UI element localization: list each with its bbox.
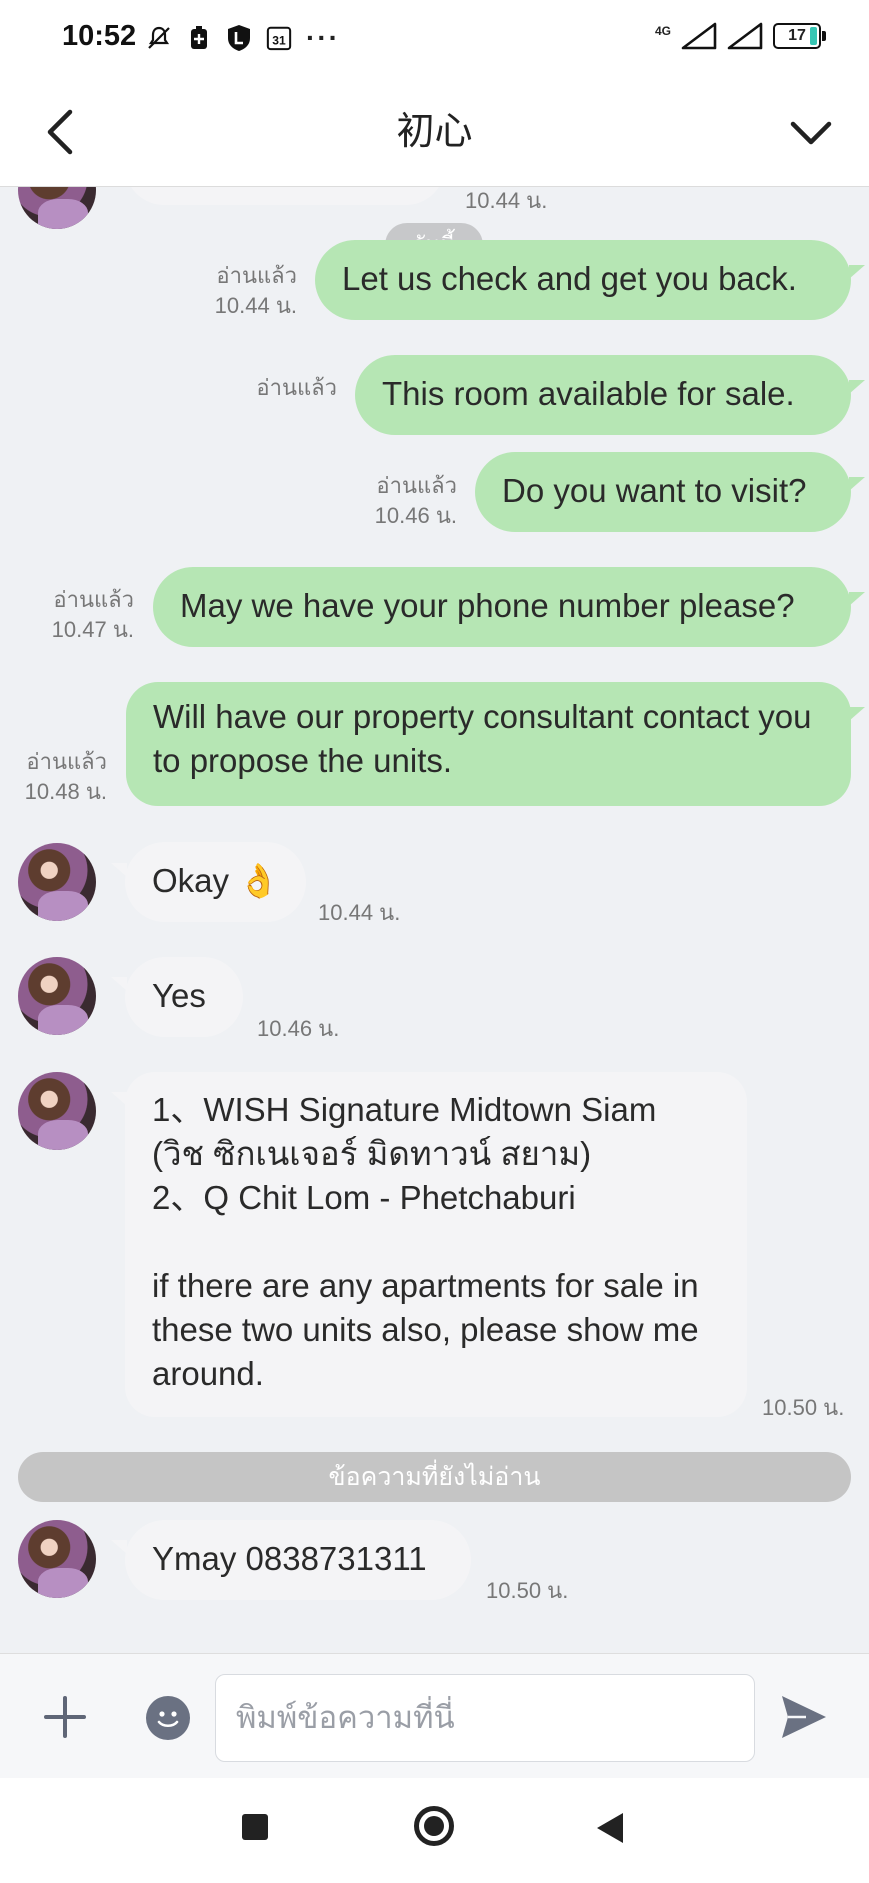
more-notifications-icon: ··· bbox=[306, 22, 340, 53]
bubble-tail bbox=[849, 380, 865, 394]
menu-toggle-button[interactable] bbox=[783, 104, 839, 160]
line-shield-icon bbox=[226, 25, 252, 51]
avatar[interactable] bbox=[18, 187, 96, 229]
add-attachment-button[interactable] bbox=[42, 1694, 88, 1740]
outgoing-message[interactable]: Let us check and get you back. bbox=[315, 240, 851, 320]
bubble-tail bbox=[849, 477, 865, 491]
read-receipt: อ่านแล้ว 10.46 น. bbox=[374, 473, 457, 528]
emoji-button[interactable] bbox=[146, 1696, 190, 1740]
system-nav-bar bbox=[0, 1778, 869, 1883]
home-button[interactable] bbox=[414, 1806, 454, 1846]
chevron-down-icon bbox=[790, 121, 832, 145]
calendar-icon: 31 bbox=[266, 25, 292, 51]
outgoing-message[interactable]: May we have your phone number please? bbox=[153, 567, 851, 647]
bubble-tail bbox=[849, 707, 865, 721]
unread-divider: ข้อความที่ยังไม่อ่าน bbox=[18, 1452, 851, 1502]
bubble-tail bbox=[111, 977, 127, 991]
outgoing-message[interactable]: This room available for sale. bbox=[355, 355, 851, 435]
avatar[interactable] bbox=[18, 843, 96, 921]
plus-icon bbox=[44, 1696, 86, 1738]
avatar[interactable] bbox=[18, 957, 96, 1035]
status-bar: 10:52 31 ··· 4G 17 bbox=[0, 0, 869, 80]
status-time: 10:52 bbox=[62, 20, 137, 52]
bubble-tail bbox=[849, 592, 865, 606]
read-receipt: อ่านแล้ว 10.47 น. bbox=[51, 587, 134, 642]
system-back-button[interactable] bbox=[597, 1813, 623, 1843]
chat-area[interactable]: 10.44 น. วันนี้ อ่านแล้ว10.44 น. Let us … bbox=[0, 187, 869, 1653]
message-time: 10.46 น. bbox=[257, 1016, 340, 1041]
outgoing-message[interactable]: Do you want to visit? bbox=[475, 452, 851, 532]
chat-title: 初心 bbox=[396, 111, 473, 153]
svg-text:31: 31 bbox=[272, 34, 286, 48]
read-receipt: อ่านแล้ว bbox=[256, 375, 337, 400]
status-icons-right: 4G 17 bbox=[654, 22, 826, 50]
message-time: 10.44 น. bbox=[465, 188, 548, 213]
read-receipt: อ่านแล้ว 10.44 น. bbox=[214, 263, 297, 318]
message-time: 10.50 น. bbox=[762, 1395, 845, 1420]
read-receipt: อ่านแล้ว 10.48 น. bbox=[24, 749, 107, 804]
incoming-message[interactable]: Ymay 0838731311 bbox=[125, 1520, 471, 1600]
message-composer bbox=[0, 1653, 869, 1779]
status-icons-left: 31 ··· bbox=[146, 22, 340, 54]
recents-button[interactable] bbox=[242, 1814, 268, 1840]
chat-header: 初心 bbox=[0, 80, 869, 187]
signal-icon-2 bbox=[727, 22, 763, 50]
avatar[interactable] bbox=[18, 1520, 96, 1598]
incoming-message[interactable]: 1、WISH Signature Midtown Siam (วิช ซิกเน… bbox=[125, 1072, 747, 1417]
incoming-message[interactable]: Okay 👌 bbox=[125, 842, 307, 922]
battery-icon: 17 bbox=[773, 23, 826, 49]
bubble-tail bbox=[111, 1540, 127, 1554]
message-input[interactable] bbox=[215, 1674, 755, 1762]
send-icon bbox=[782, 1696, 826, 1738]
network-type: 4G bbox=[654, 24, 671, 38]
signal-icon bbox=[681, 22, 717, 50]
incoming-message[interactable]: Yes bbox=[125, 957, 243, 1037]
bubble-tail bbox=[849, 265, 865, 279]
message-bubble-partial[interactable] bbox=[125, 187, 445, 205]
battery-saver-icon bbox=[186, 25, 212, 51]
message-time: 10.50 น. bbox=[486, 1578, 569, 1603]
muted-bell-icon bbox=[146, 25, 172, 51]
send-button[interactable] bbox=[778, 1692, 830, 1742]
smiley-icon bbox=[157, 1711, 179, 1728]
outgoing-message[interactable]: Will have our property consultant contac… bbox=[126, 682, 851, 806]
message-time: 10.44 น. bbox=[318, 900, 401, 925]
avatar[interactable] bbox=[18, 1072, 96, 1150]
battery-level: 17 bbox=[788, 27, 806, 44]
